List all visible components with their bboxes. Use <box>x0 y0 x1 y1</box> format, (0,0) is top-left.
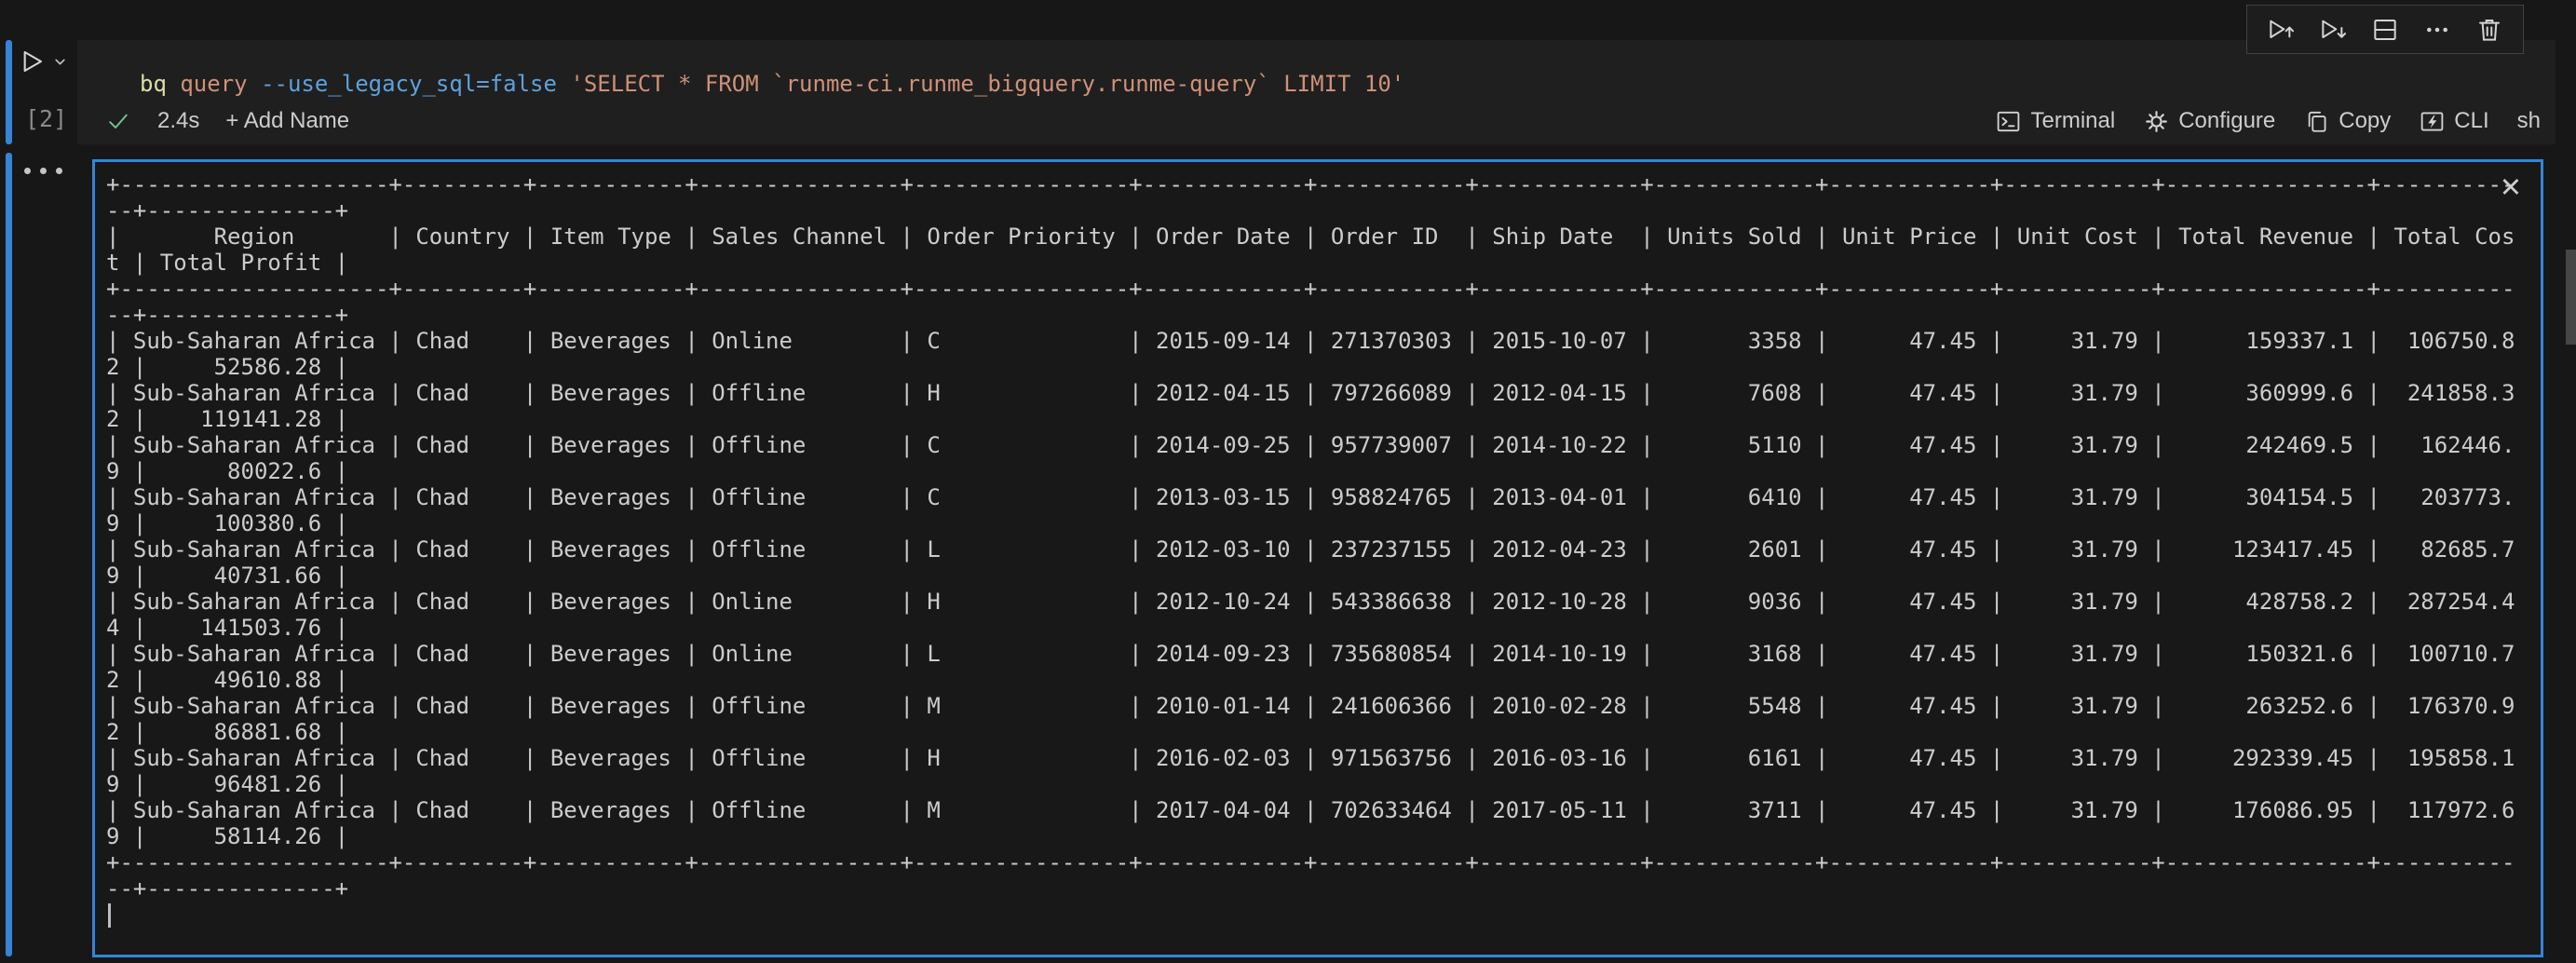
execute-above-icon[interactable] <box>2260 13 2301 47</box>
command-text: bq query --use_legacy_sql=false 'SELECT … <box>140 70 1404 98</box>
add-name-button[interactable]: + Add Name <box>225 108 349 134</box>
cli-button[interactable]: CLI <box>2419 108 2488 135</box>
code-cell: bq query --use_legacy_sql=false 'SELECT … <box>77 40 2556 144</box>
more-actions-icon[interactable] <box>2417 13 2458 47</box>
configure-label: Configure <box>2178 108 2275 134</box>
delete-cell-icon[interactable] <box>2469 13 2510 47</box>
cli-label: CLI <box>2454 108 2488 134</box>
configure-button[interactable]: Configure <box>2143 108 2275 135</box>
copy-icon <box>2303 108 2330 135</box>
cell-toolbar <box>2246 5 2524 54</box>
terminal-cursor <box>108 903 111 928</box>
cell-status-left: 2.4s + Add Name <box>105 108 349 134</box>
gear-icon <box>2143 108 2170 135</box>
shell-type-label: sh <box>2517 108 2541 134</box>
success-check-icon <box>105 108 131 134</box>
cell-status-bar: 2.4s + Add Name Terminal Configure <box>77 98 2556 144</box>
run-cell-button[interactable] <box>17 47 67 76</box>
terminal-label: Terminal <box>2030 108 2115 134</box>
execute-below-icon[interactable] <box>2312 13 2353 47</box>
terminal-output[interactable]: +--------------------+---------+--------… <box>106 171 2541 902</box>
copy-label: Copy <box>2339 108 2391 134</box>
close-output-icon[interactable]: ✕ <box>2494 173 2528 202</box>
execution-count: [2] <box>25 105 67 132</box>
cell-output-panel: +--------------------+---------+--------… <box>92 159 2543 957</box>
execution-duration: 2.4s <box>157 108 199 134</box>
split-cell-icon[interactable] <box>2365 13 2406 47</box>
command-editor[interactable]: bq query --use_legacy_sql=false 'SELECT … <box>77 40 2556 98</box>
play-icon <box>17 47 47 76</box>
scrollbar-thumb[interactable] <box>2566 250 2576 345</box>
terminal-button[interactable]: Terminal <box>1995 108 2115 135</box>
terminal-icon <box>1995 108 2022 135</box>
copy-button[interactable]: Copy <box>2303 108 2391 135</box>
notebook-page: [2] bq query --use_legacy_sql=false 'SEL… <box>0 0 2576 963</box>
chevron-down-icon <box>53 55 67 69</box>
cell-status-right: Terminal Configure Copy <box>1995 108 2541 135</box>
output-more-actions-icon[interactable] <box>24 168 62 174</box>
bolt-box-icon <box>2419 108 2446 135</box>
output-focus-bar <box>6 153 12 956</box>
cell-focus-bar <box>6 40 12 144</box>
